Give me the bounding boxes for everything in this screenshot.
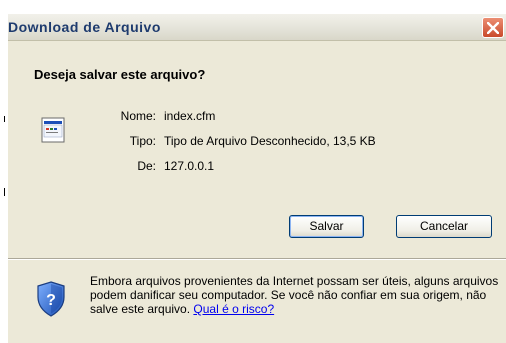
cancel-button[interactable]: Cancelar [396,215,492,238]
dialog-question: Deseja salvar este arquivo? [34,67,206,82]
close-icon [487,22,499,34]
close-button[interactable] [482,17,504,38]
window-title: Download de Arquivo [8,19,161,35]
security-shield-icon: ? [37,281,65,317]
svg-text:?: ? [46,292,56,309]
desktop-background [0,0,8,343]
background-tick [4,116,5,122]
file-source-value: 127.0.0.1 [164,159,215,173]
separator-highlight [8,259,506,260]
file-type-label: Tipo: [129,134,156,148]
save-button[interactable]: Salvar [289,215,364,238]
file-name-value: index.cfm [164,109,216,123]
file-name-label: Nome: [120,109,156,123]
file-type-value: Tipo de Arquivo Desconhecido, 13,5 KB [164,134,376,148]
security-warning: Embora arquivos provenientes da Internet… [90,274,500,316]
file-source-label: De: [137,159,156,173]
title-bar: Download de Arquivo [8,14,506,41]
download-dialog: Download de Arquivo Deseja salvar este a… [8,14,506,343]
background-tick [4,188,5,196]
risk-link[interactable]: Qual é o risco? [193,302,274,316]
warning-text: Embora arquivos provenientes da Internet… [90,274,499,316]
